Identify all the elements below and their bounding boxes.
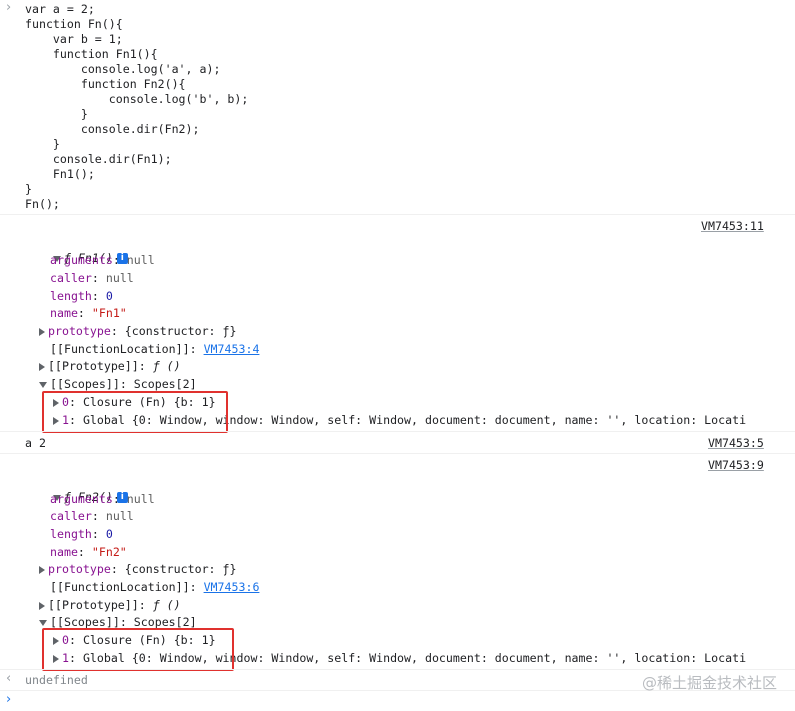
highlight-box — [42, 391, 228, 433]
source-line-11: console.dir(Fn1); — [25, 152, 172, 166]
expand-triangle-icon — [39, 362, 45, 371]
divider — [0, 453, 795, 454]
fn1-source-link[interactable]: VM7453:11 — [701, 219, 764, 234]
fn1-prop-scopes[interactable]: [[Scopes]]: Scopes[2] — [39, 377, 197, 392]
expand-triangle-icon — [39, 565, 45, 574]
fn2-prop-length: length: 0 — [50, 527, 113, 541]
source-line-14: Fn(); — [25, 197, 60, 211]
return-arrow-icon: ‹ — [6, 671, 12, 686]
expand-triangle-icon — [39, 381, 47, 388]
fn1-prop-prototype-internal[interactable]: [[Prototype]]: ƒ () — [39, 359, 181, 374]
source-line-2: function Fn(){ — [25, 17, 123, 31]
fn1-location-link[interactable]: VM7453:4 — [204, 342, 260, 356]
chevron-right-icon[interactable]: › — [6, 692, 11, 707]
fn2-prop-arguments: arguments: null — [50, 492, 155, 506]
source-line-10: } — [25, 137, 60, 151]
expand-triangle-icon — [39, 327, 45, 336]
divider — [0, 214, 795, 215]
fn2-prop-caller: caller: null — [50, 509, 134, 523]
divider — [0, 431, 795, 432]
source-line-5: console.log('a', a); — [25, 62, 221, 76]
source-line-1: var a = 2; — [25, 2, 95, 16]
fn2-prop-prototype-internal[interactable]: [[Prototype]]: ƒ () — [39, 598, 181, 613]
expand-triangle-icon — [39, 619, 47, 626]
source-line-13: } — [25, 182, 32, 196]
fn2-prop-function-location: [[FunctionLocation]]: VM7453:6 — [50, 580, 260, 594]
fn2-prop-name: name: "Fn2" — [50, 545, 127, 559]
source-line-7: console.log('b', b); — [25, 92, 249, 106]
source-line-3: var b = 1; — [25, 32, 123, 46]
source-line-9: console.dir(Fn2); — [25, 122, 200, 136]
fn1-prop-name: name: "Fn1" — [50, 306, 127, 320]
source-line-8: } — [25, 107, 88, 121]
fn1-prop-arguments: arguments: null — [50, 253, 155, 267]
fn1-prop-prototype[interactable]: prototype: {constructor: ƒ} — [39, 324, 236, 339]
result-text: undefined — [25, 673, 88, 687]
fn1-prop-caller: caller: null — [50, 271, 134, 285]
fn1-prop-length: length: 0 — [50, 289, 113, 303]
source-line-6: function Fn2(){ — [25, 77, 186, 91]
fn2-location-link[interactable]: VM7453:6 — [204, 580, 260, 594]
source-line-12: Fn1(); — [25, 167, 95, 181]
expand-triangle-icon — [39, 601, 45, 610]
fn2-source-link[interactable]: VM7453:9 — [708, 458, 764, 473]
chevron-right-icon: › — [6, 0, 12, 15]
divider — [0, 669, 795, 670]
log-text: a 2 — [25, 436, 46, 450]
source-line-4: function Fn1(){ — [25, 47, 158, 61]
watermark: @稀土掘金技术社区 — [641, 674, 777, 692]
fn2-prop-prototype[interactable]: prototype: {constructor: ƒ} — [39, 562, 236, 577]
highlight-box — [42, 628, 234, 671]
fn1-prop-function-location: [[FunctionLocation]]: VM7453:4 — [50, 342, 260, 356]
log-source-link[interactable]: VM7453:5 — [708, 436, 764, 451]
